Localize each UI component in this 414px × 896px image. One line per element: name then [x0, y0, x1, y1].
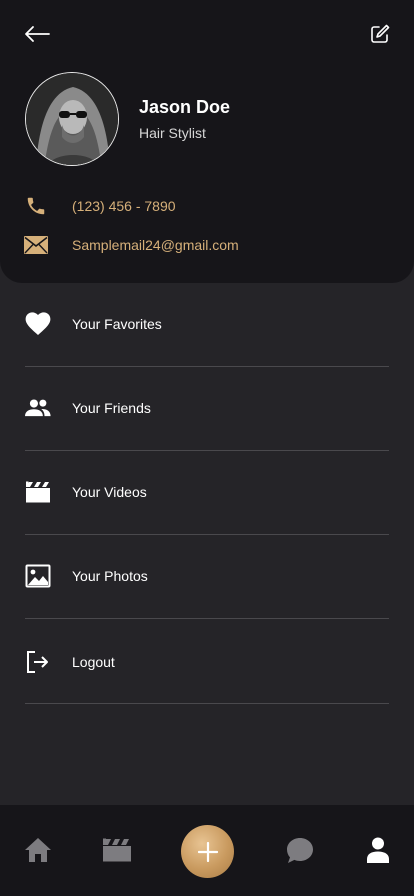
plus-icon: [197, 841, 218, 862]
avatar-photo-icon: [26, 73, 118, 165]
chat-icon: [287, 837, 313, 863]
email-row[interactable]: Samplemail24@gmail.com: [24, 233, 239, 257]
edit-icon: [371, 24, 390, 43]
menu-item-favorites[interactable]: Your Favorites: [25, 283, 389, 367]
arrow-left-icon: [25, 26, 50, 42]
nav-home[interactable]: [21, 833, 55, 867]
menu-item-logout[interactable]: Logout: [25, 619, 389, 704]
mail-icon: [24, 233, 48, 257]
phone-row[interactable]: (123) 456 - 7890: [24, 194, 176, 218]
menu-item-label: Your Friends: [72, 400, 151, 416]
profile-name: Jason Doe: [139, 97, 231, 117]
user-icon: [367, 837, 389, 863]
image-icon: [25, 563, 51, 589]
menu-item-label: Your Photos: [72, 568, 148, 584]
edit-profile-button[interactable]: [366, 20, 394, 48]
heart-icon: [25, 311, 51, 337]
logout-icon: [25, 649, 51, 675]
home-icon: [25, 838, 51, 862]
menu-item-photos[interactable]: Your Photos: [25, 535, 389, 619]
nav-videos[interactable]: [100, 833, 134, 867]
menu-item-label: Your Favorites: [72, 316, 162, 332]
email-text: Samplemail24@gmail.com: [72, 237, 239, 253]
profile-header: Jason Doe Hair Stylist (123) 456 - 7890 …: [0, 0, 414, 283]
menu-item-friends[interactable]: Your Friends: [25, 367, 389, 451]
bottom-nav: [0, 805, 414, 896]
menu-item-label: Logout: [72, 654, 115, 670]
clapperboard-icon: [103, 838, 131, 862]
nav-profile[interactable]: [361, 833, 395, 867]
menu-item-label: Your Videos: [72, 484, 147, 500]
clapperboard-icon: [25, 479, 51, 505]
phone-text: (123) 456 - 7890: [72, 198, 176, 214]
phone-icon: [24, 194, 48, 218]
back-button[interactable]: [22, 20, 52, 48]
avatar: [25, 72, 119, 166]
profile-role: Hair Stylist: [139, 125, 206, 141]
people-icon: [25, 395, 51, 421]
nav-chat[interactable]: [283, 833, 317, 867]
add-button[interactable]: [181, 825, 234, 878]
menu-item-videos[interactable]: Your Videos: [25, 451, 389, 535]
